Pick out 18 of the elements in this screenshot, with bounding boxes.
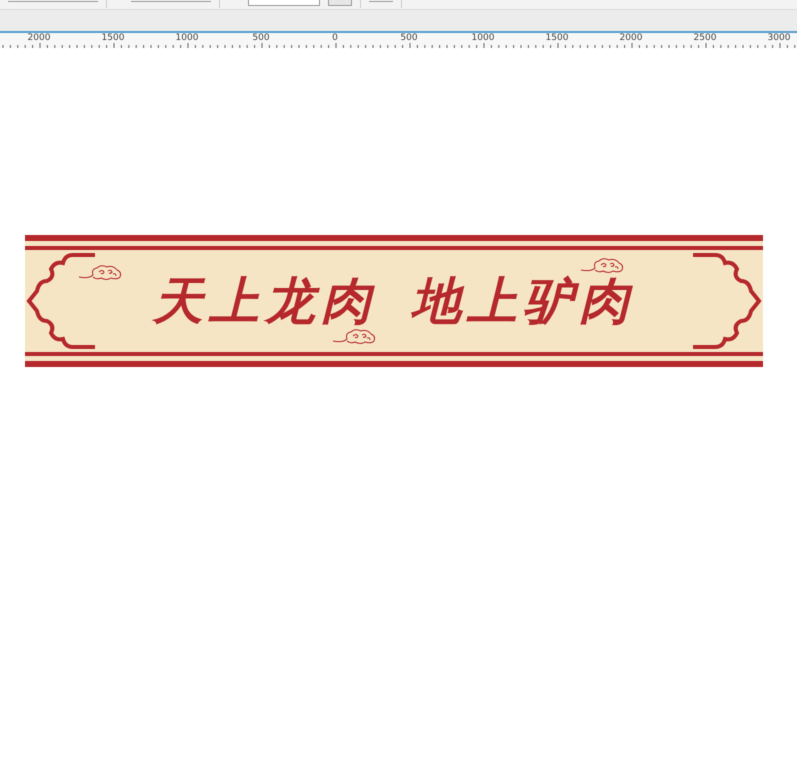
ruler-label: 2500	[692, 33, 718, 44]
ruler-label: 2000	[26, 33, 52, 44]
ruler-label: 2000	[618, 33, 644, 44]
ruler-label: 500	[399, 33, 419, 44]
spin-button[interactable]	[328, 0, 352, 6]
cloud-ornament-icon	[579, 256, 625, 274]
cloud-ornament-icon	[331, 327, 377, 345]
cloud-ornament-icon	[77, 263, 123, 281]
ruler-label: 0	[331, 33, 339, 44]
ruler-label: 1000	[174, 33, 200, 44]
calligraphy-text: 地上驴肉	[411, 276, 635, 326]
calligraphy-text: 天上龙肉	[153, 276, 377, 326]
ruler-label: 1500	[544, 33, 570, 44]
ruler-label: 1500	[100, 33, 126, 44]
ruler-label: 1000	[470, 33, 496, 44]
ruler-label: 500	[251, 33, 271, 44]
input-field[interactable]	[248, 0, 320, 6]
ruler-label: 3000	[766, 33, 792, 44]
